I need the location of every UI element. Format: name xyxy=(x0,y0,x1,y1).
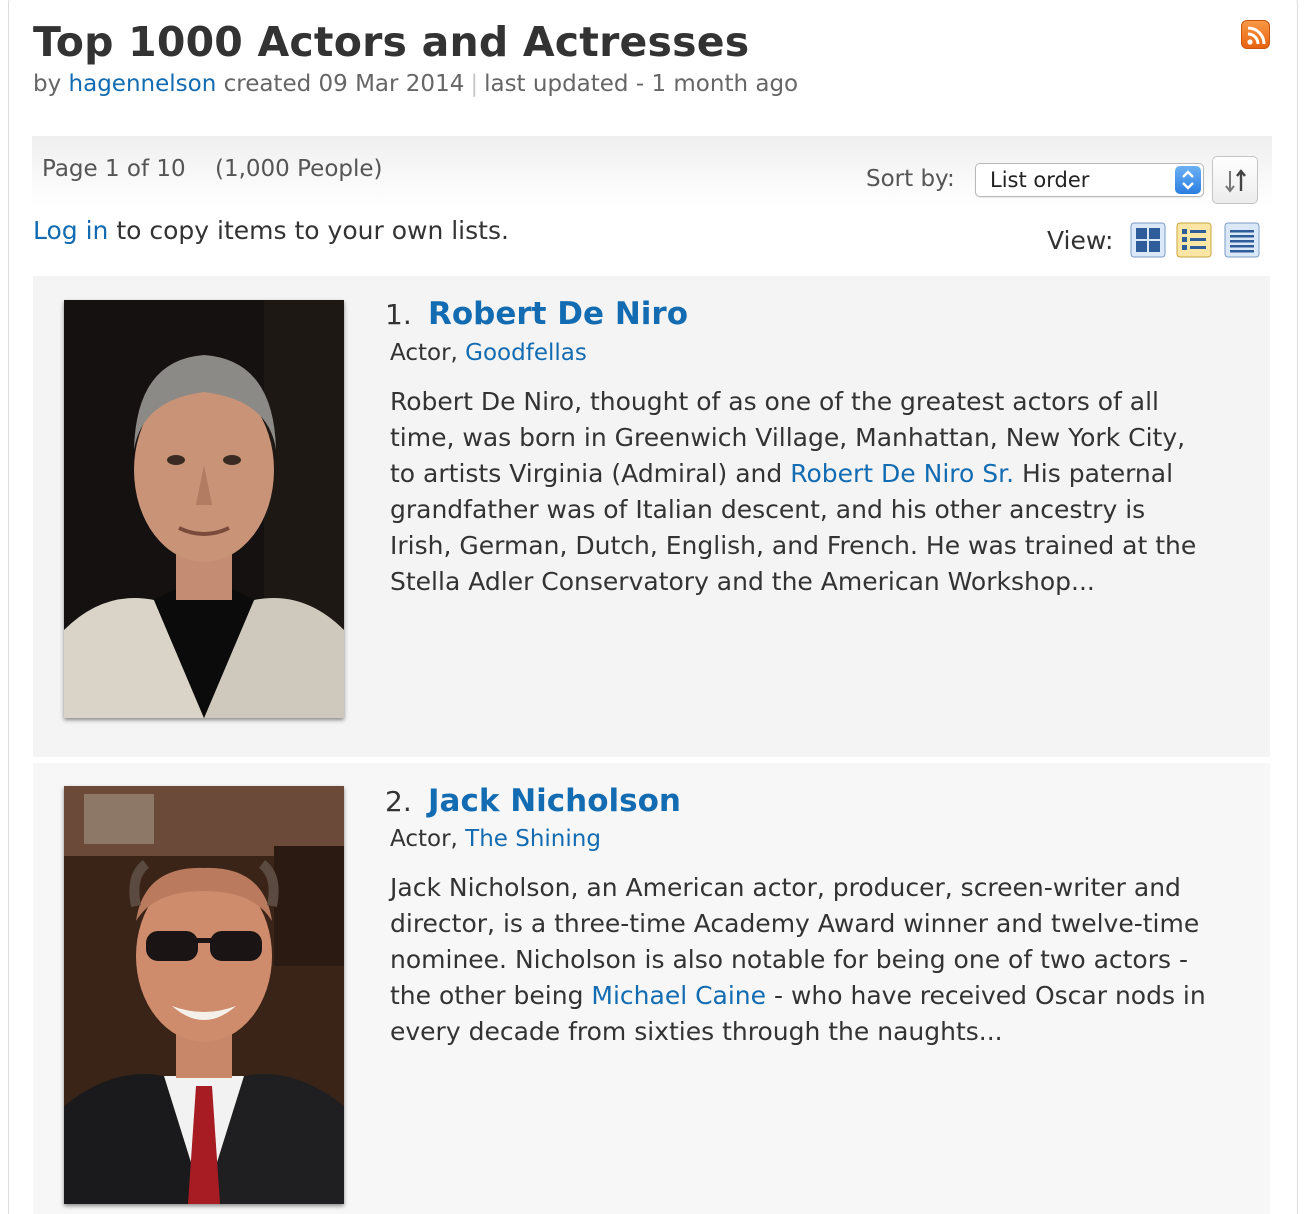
people-count: (1,000 People) xyxy=(215,156,383,182)
item-role: Actor, Goodfellas xyxy=(390,340,587,366)
byline: by hagennelson created 09 Mar 2014 | last … xyxy=(33,71,798,97)
list-item: 2. Jack Nicholson Actor, The Shining Jac… xyxy=(33,763,1270,1214)
description-text: to artists Virginia (Admiral) and xyxy=(390,459,783,488)
view-label: View: xyxy=(1047,226,1114,255)
item-role: Actor, The Shining xyxy=(390,826,601,852)
related-person-link[interactable]: Robert De Niro Sr. xyxy=(790,459,1014,488)
login-prompt-text: to copy items to your own lists. xyxy=(116,216,509,245)
author-link[interactable]: hagennelson xyxy=(69,71,217,97)
last-updated: last updated - 1 month ago xyxy=(484,71,799,97)
known-for-link[interactable]: Goodfellas xyxy=(465,340,587,366)
page-title: Top 1000 Actors and Actresses xyxy=(33,18,750,66)
item-description: Jack Nicholson, an American actor, produ… xyxy=(390,870,1250,1050)
sort-select[interactable]: List order xyxy=(975,163,1204,197)
byline-separator: | xyxy=(470,71,479,97)
actor-photo[interactable] xyxy=(64,786,344,1204)
item-description: Robert De Niro, thought of as one of the… xyxy=(390,384,1250,600)
description-line: the other being Michael Caine - who have… xyxy=(390,978,1250,1014)
sort-direction-icon xyxy=(1225,169,1246,193)
description-line: Jack Nicholson, an American actor, produ… xyxy=(390,873,1181,902)
login-prompt: Log in to copy items to your own lists. xyxy=(33,216,509,245)
sort-direction-button[interactable] xyxy=(1212,156,1258,204)
item-name-link[interactable]: Jack Nicholson xyxy=(428,783,681,819)
role-label: Actor, xyxy=(390,826,458,852)
created-date: created 09 Mar 2014 xyxy=(223,71,465,97)
item-rank: 2. xyxy=(385,785,412,818)
description-text: the other being xyxy=(390,981,584,1010)
role-label: Actor, xyxy=(390,340,458,366)
description-line: director, is a three-time Academy Award … xyxy=(390,909,1200,938)
compact-view-icon[interactable] xyxy=(1224,222,1260,258)
known-for-link[interactable]: The Shining xyxy=(465,826,601,852)
sort-label: Sort by: xyxy=(866,166,955,192)
description-line: every decade from sixties through the na… xyxy=(390,1017,1003,1046)
item-rank: 1. xyxy=(385,298,412,331)
item-name-link[interactable]: Robert De Niro xyxy=(428,296,688,332)
actor-photo[interactable] xyxy=(64,300,344,718)
select-arrows-icon xyxy=(1175,166,1201,194)
sort-select-value: List order xyxy=(990,168,1090,192)
description-text: His paternal xyxy=(1022,459,1174,488)
rss-feed-icon[interactable] xyxy=(1241,20,1270,49)
description-line: grandfather was of Italian descent, and … xyxy=(390,495,1146,524)
detail-view-icon[interactable] xyxy=(1176,222,1212,258)
description-line: Robert De Niro, thought of as one of the… xyxy=(390,387,1159,416)
description-line: Stella Adler Conservatory and the Americ… xyxy=(390,567,1095,596)
login-link[interactable]: Log in xyxy=(33,216,108,245)
description-line: to artists Virginia (Admiral) and Robert… xyxy=(390,456,1250,492)
list-item: 1. Robert De Niro Actor, Goodfellas Robe… xyxy=(33,276,1270,757)
description-text: - who have received Oscar nods in xyxy=(774,981,1206,1010)
page-indicator: Page 1 of 10 xyxy=(42,156,186,182)
description-line: Irish, German, Dutch, English, and Frenc… xyxy=(390,531,1197,560)
by-prefix: by xyxy=(33,71,62,97)
description-line: nominee. Nicholson is also notable for b… xyxy=(390,945,1188,974)
description-line: time, was born in Greenwich Village, Man… xyxy=(390,423,1186,452)
related-person-link[interactable]: Michael Caine xyxy=(591,981,766,1010)
grid-view-icon[interactable] xyxy=(1130,222,1166,258)
pagination-info: Page 1 of 10 (1,000 People) xyxy=(42,156,383,182)
